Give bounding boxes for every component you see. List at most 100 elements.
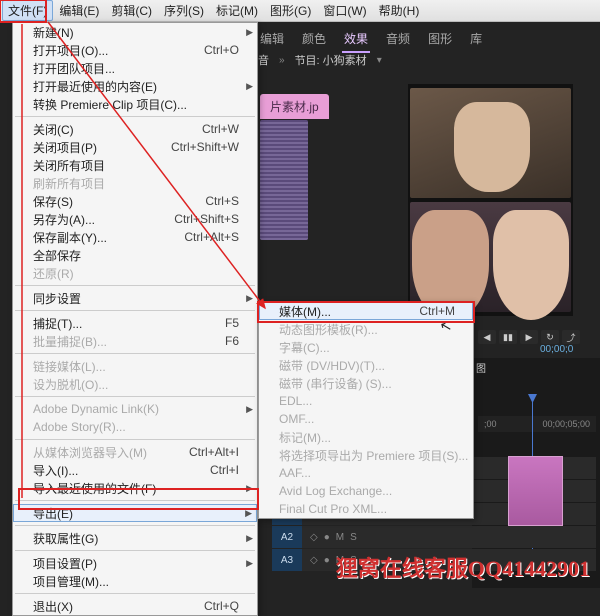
dropdown-icon[interactable]: ▾ [377, 55, 382, 66]
menu-item-label: 项目设置(P) [33, 555, 253, 572]
timeline-clip[interactable] [508, 456, 563, 526]
menu-item[interactable]: 关闭(C)Ctrl+W [13, 120, 257, 138]
menu-编辑E[interactable]: 编辑(E) [53, 0, 105, 21]
shortcut: Ctrl+Shift+W [171, 140, 253, 154]
transport-button[interactable]: ▮▮ [499, 330, 517, 344]
tab-图形[interactable]: 图形 [426, 26, 454, 53]
menu-item[interactable]: 关闭项目(P)Ctrl+Shift+W [13, 138, 257, 156]
track-toggle-icon[interactable]: M [336, 532, 344, 543]
tab-编辑[interactable]: 编辑 [258, 26, 286, 53]
transport-button[interactable]: ↻ [541, 330, 559, 344]
audio-label[interactable]: 音 [258, 52, 269, 68]
timeline-ruler[interactable]: ;00 00;00;05;00 [478, 416, 596, 432]
waveform-thumbnail[interactable] [260, 120, 308, 240]
menu-图形G[interactable]: 图形(G) [264, 0, 317, 21]
shortcut: Ctrl+Q [204, 599, 253, 613]
submenu-arrow-icon: ▶ [246, 533, 253, 544]
track-toggle-icon[interactable]: ● [324, 555, 330, 566]
menu-item[interactable]: 转换 Premiere Clip 项目(C)... [13, 95, 257, 113]
menu-item[interactable]: 同步设置▶ [13, 289, 257, 307]
menu-item[interactable]: 导入最近使用的文件(F)▶ [13, 479, 257, 497]
track-A2[interactable]: A2◇●MS [272, 526, 596, 548]
track-toggle-icon[interactable]: ● [324, 532, 330, 543]
menu-item: Adobe Dynamic Link(K)▶ [13, 400, 257, 418]
menu-标记M[interactable]: 标记(M) [210, 0, 264, 21]
menu-item-label: 保存副本(Y)... [33, 229, 184, 246]
menu-item: 标记(M)... [259, 428, 473, 446]
menu-item[interactable]: 项目设置(P)▶ [13, 554, 257, 572]
track-toggle-icon[interactable]: ◇ [310, 532, 318, 543]
shortcut: F6 [225, 334, 253, 348]
menu-item-label: 设为脱机(O)... [33, 376, 253, 393]
transport-button[interactable]: ⤴ [562, 330, 580, 344]
separator [15, 439, 255, 440]
menu-剪辑C[interactable]: 剪辑(C) [105, 0, 158, 21]
tab-效果[interactable]: 效果 [342, 26, 370, 53]
menu-item-label: 关闭(C) [33, 121, 202, 138]
tab-库[interactable]: 库 [468, 26, 484, 53]
transport-button[interactable]: ◀ [478, 330, 496, 344]
transport-button[interactable]: ▶ [520, 330, 538, 344]
menu-item-label: 磁带 (DV/HDV)(T)... [279, 357, 469, 374]
timecode-right: 00;00;0 [540, 344, 573, 355]
menu-帮助H[interactable]: 帮助(H) [373, 0, 426, 21]
menu-item[interactable]: 另存为(A)...Ctrl+Shift+S [13, 210, 257, 228]
tab-颜色[interactable]: 颜色 [300, 26, 328, 53]
menu-item: OMF... [259, 410, 473, 428]
submenu-arrow-icon: ▶ [246, 558, 253, 569]
program-monitor[interactable] [408, 84, 573, 316]
menu-item-label: 项目管理(M)... [33, 573, 253, 590]
track-toggle-icon[interactable]: S [350, 532, 357, 543]
menu-item[interactable]: 全部保存 [13, 246, 257, 264]
menu-item[interactable]: 项目管理(M)... [13, 572, 257, 590]
chevron-right-icon: » [279, 55, 285, 66]
menu-item[interactable]: 打开项目(O)...Ctrl+O [13, 41, 257, 59]
menu-item-label: 捕捉(T)... [33, 315, 225, 332]
menu-item[interactable]: 关闭所有项目 [13, 156, 257, 174]
ruler-mark-b: 00;00;05;00 [542, 419, 590, 429]
separator [15, 353, 255, 354]
menu-item[interactable]: 导入(I)...Ctrl+I [13, 461, 257, 479]
submenu-arrow-icon: ▶ [246, 81, 253, 92]
menu-item-label: Adobe Dynamic Link(K) [33, 402, 253, 416]
separator [15, 396, 255, 397]
menu-item-label: 关闭项目(P) [33, 139, 171, 156]
file-menu-highlight [0, 0, 47, 23]
timeline-tab[interactable]: 图 [476, 360, 486, 375]
menu-item[interactable]: 获取属性(G)▶ [13, 529, 257, 547]
clip-badge[interactable]: 片素材.jp [260, 94, 329, 119]
shortcut: Ctrl+W [202, 122, 253, 136]
menu-序列S[interactable]: 序列(S) [158, 0, 210, 21]
menu-item-label: 保存(S) [33, 193, 205, 210]
menu-item[interactable]: 导出(E)▶ [13, 504, 257, 522]
menu-item: AAF... [259, 464, 473, 482]
shortcut: Ctrl+Shift+S [174, 212, 253, 226]
menu-item[interactable]: 新建(N)▶ [13, 23, 257, 41]
menu-窗口W[interactable]: 窗口(W) [317, 0, 372, 21]
menu-item-label: EDL... [279, 394, 469, 408]
menu-item[interactable]: 媒体(M)...Ctrl+M [259, 302, 473, 320]
track-label: A3 [272, 549, 302, 571]
menu-item-label: OMF... [279, 412, 469, 426]
menu-item: 磁带 (DV/HDV)(T)... [259, 356, 473, 374]
menu-item[interactable]: 打开最近使用的内容(E)▶ [13, 77, 257, 95]
menu-item-label: 字幕(C)... [279, 339, 469, 356]
audio-header: 音 » 节目: 小狗素材 ▾ [258, 52, 382, 68]
submenu-arrow-icon: ▶ [246, 483, 253, 494]
menubar: 文件(F)编辑(E)剪辑(C)序列(S)标记(M)图形(G)窗口(W)帮助(H) [0, 0, 600, 22]
menu-item: 将选择项导出为 Premiere 项目(S)... [259, 446, 473, 464]
menu-item-label: 批量捕捉(B)... [33, 333, 225, 350]
menu-item[interactable]: 打开团队项目... [13, 59, 257, 77]
menu-item[interactable]: 退出(X)Ctrl+Q [13, 597, 257, 615]
track-toggle-icon[interactable]: ◇ [310, 555, 318, 566]
menu-item-label: 媒体(M)... [279, 303, 419, 320]
menu-item: EDL... [259, 392, 473, 410]
menu-item-label: Final Cut Pro XML... [279, 502, 469, 516]
tab-音频[interactable]: 音频 [384, 26, 412, 53]
menu-item: Avid Log Exchange... [259, 482, 473, 500]
menu-item-label: 同步设置 [33, 290, 253, 307]
menu-item[interactable]: 保存副本(Y)...Ctrl+Alt+S [13, 228, 257, 246]
menu-item[interactable]: 捕捉(T)...F5 [13, 314, 257, 332]
menu-item[interactable]: 保存(S)Ctrl+S [13, 192, 257, 210]
preview-frame-lower [410, 202, 571, 312]
